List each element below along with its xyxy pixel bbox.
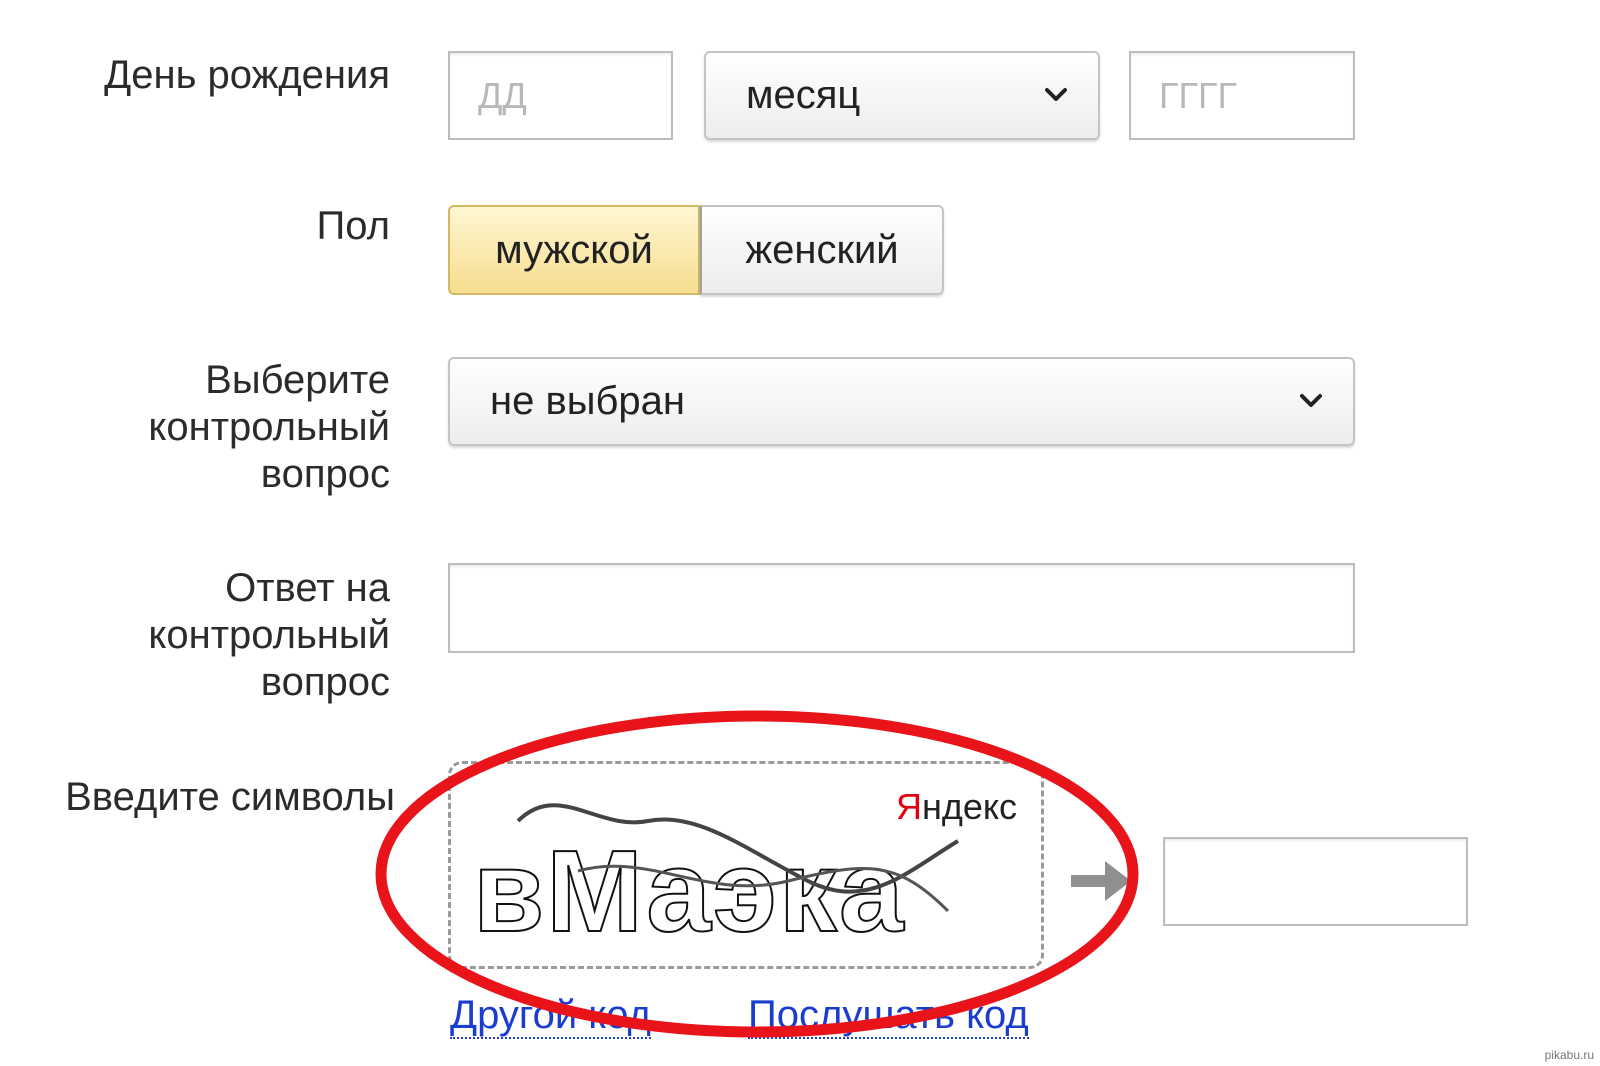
captcha-input[interactable] <box>1163 837 1468 926</box>
security-answer-label: Ответ на контрольный вопрос <box>148 566 390 704</box>
birth-year-input[interactable] <box>1129 51 1355 140</box>
birth-month-value: месяц <box>746 73 861 117</box>
gender-female-option[interactable]: женский <box>700 205 944 295</box>
gender-label: Пол <box>316 204 390 248</box>
security-question-select[interactable]: не выбран <box>448 357 1355 446</box>
chevron-down-icon <box>1045 87 1067 101</box>
captcha-label: Введите символы <box>65 775 395 819</box>
security-question-value: не выбран <box>490 379 685 423</box>
security-answer-input[interactable] <box>448 563 1355 653</box>
chevron-down-icon <box>1300 393 1322 407</box>
birth-day-input[interactable] <box>448 51 673 140</box>
security-question-label: Выберите контрольный вопрос <box>148 358 390 496</box>
highlight-ellipse <box>375 710 1139 1038</box>
birthday-label: День рождения <box>104 53 390 97</box>
watermark-text: pikabu.ru <box>1544 1048 1594 1062</box>
birth-month-select[interactable]: месяц <box>704 51 1100 140</box>
gender-male-option[interactable]: мужской <box>448 205 700 295</box>
